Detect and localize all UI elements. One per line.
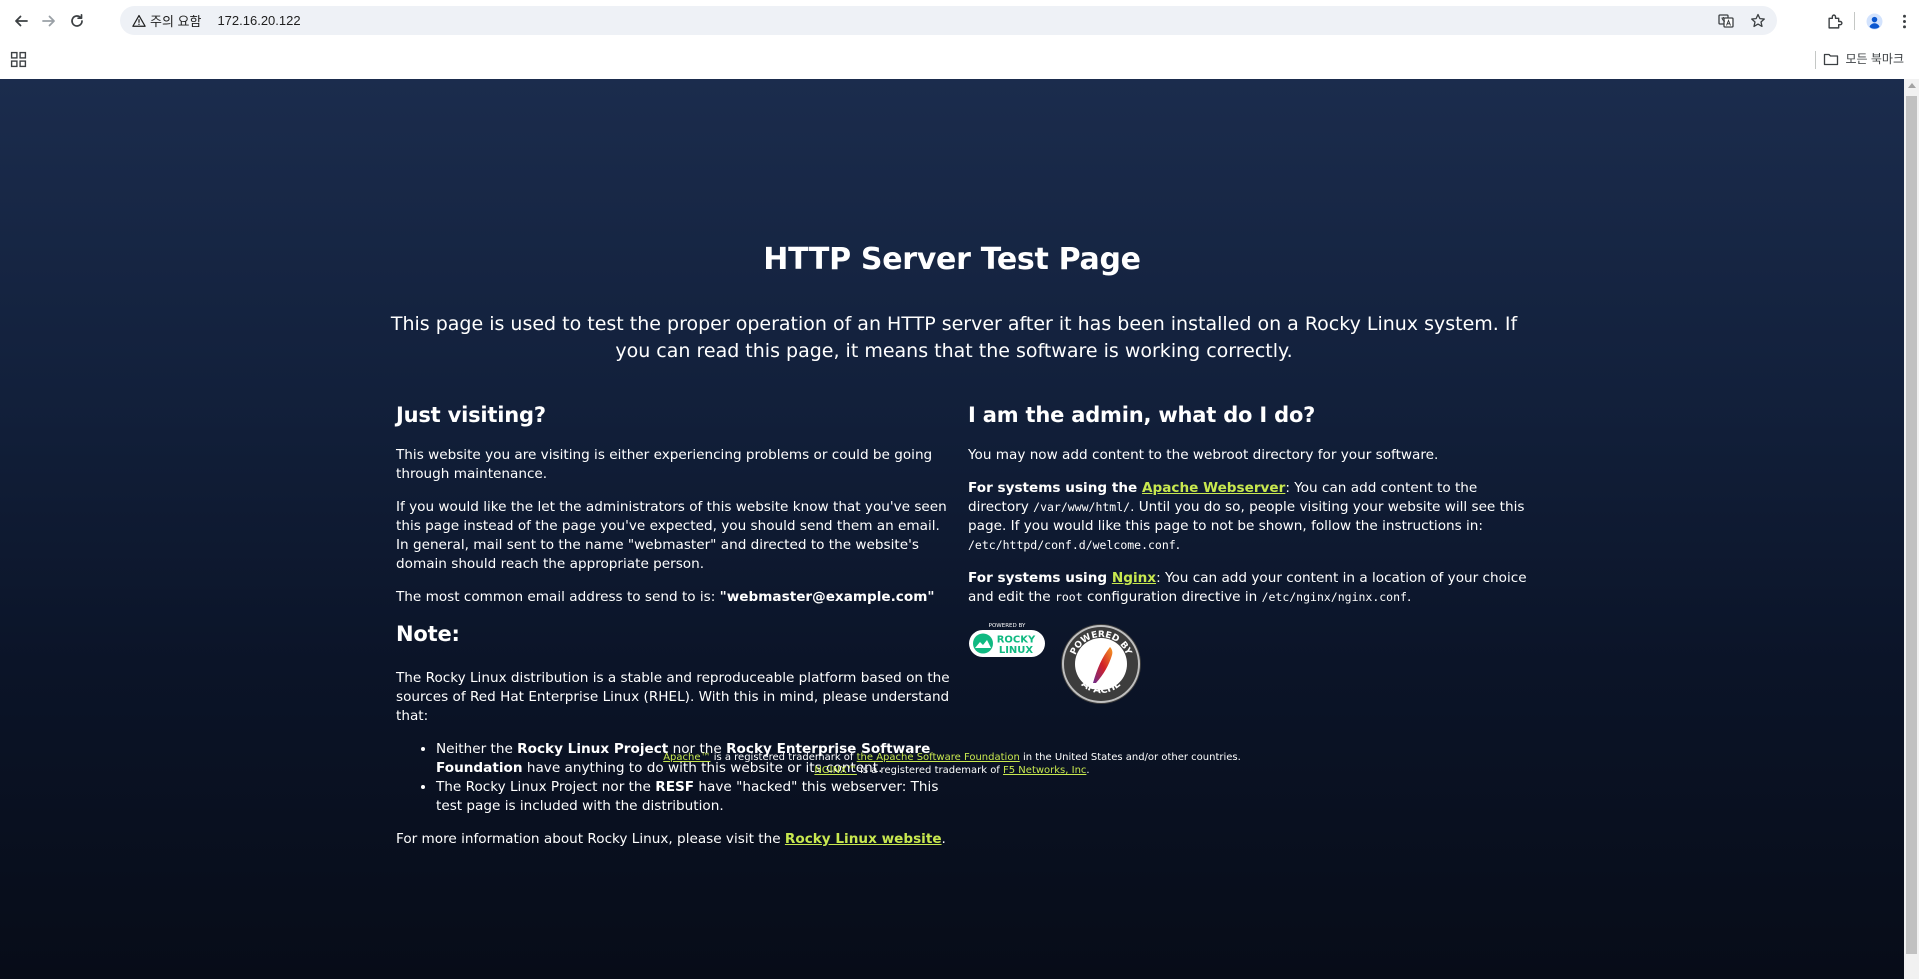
svg-text:LINUX: LINUX <box>999 645 1034 656</box>
nginx-conf-path: /etc/nginx/nginx.conf <box>1261 590 1407 604</box>
visiting-paragraph-2: If you would like the let the administra… <box>396 499 947 572</box>
vertical-scrollbar[interactable] <box>1904 79 1919 979</box>
toolbar-separator <box>1854 12 1855 30</box>
scrollbar-thumb[interactable] <box>1906 96 1917 954</box>
rocky-linux-logo[interactable]: POWERED BY ROCKY LINUX <box>968 621 1046 661</box>
page-lead: This page is used to test the proper ope… <box>390 313 1518 362</box>
page-viewport: HTTP Server Test Page This page is used … <box>0 79 1904 979</box>
back-arrow-icon <box>15 15 28 27</box>
svg-text:ROCKY: ROCKY <box>997 635 1036 646</box>
svg-text:POWERED BY: POWERED BY <box>989 623 1026 629</box>
folder-icon <box>1824 53 1839 65</box>
nginx-trademark-link[interactable]: NGINX™ <box>814 765 857 776</box>
translate-icon <box>1718 14 1734 28</box>
translate-button[interactable] <box>1715 10 1737 32</box>
visiting-paragraph-1: This website you are visiting is either … <box>396 447 933 482</box>
root-directive: root <box>1054 590 1083 604</box>
security-chip[interactable]: 주의 요함 <box>129 10 207 31</box>
admin-paragraph-1: You may now add content to the webroot d… <box>968 447 1439 463</box>
apache-foundation-link[interactable]: the Apache Software Foundation <box>857 752 1020 763</box>
star-icon <box>1751 13 1765 28</box>
page-footer: Apache™ is a registered trademark of the… <box>0 751 1904 777</box>
browser-toolbar: 주의 요함 172.16.20.122 <box>0 0 1919 41</box>
address-bar[interactable]: 주의 요함 172.16.20.122 <box>120 6 1777 35</box>
puzzle-icon <box>1827 14 1842 29</box>
webroot-path: /var/www/html/ <box>1033 500 1131 514</box>
footer-line-apache: Apache™ is a registered trademark of the… <box>663 752 1241 763</box>
webmaster-email: "webmaster@example.com" <box>719 589 935 605</box>
footer-line-nginx: NGINX™ is a registered trademark of F5 N… <box>814 765 1090 776</box>
bookmark-star-button[interactable] <box>1747 10 1769 32</box>
page-title: HTTP Server Test Page <box>763 242 1141 277</box>
bookmarks-bar: 모든 북마크 <box>0 41 1919 79</box>
warning-triangle-icon <box>132 14 146 27</box>
avatar-icon <box>1866 13 1882 29</box>
scroll-up-arrow-icon[interactable] <box>1908 83 1916 88</box>
powered-by-logos: POWERED BY ROCKY LINUX POWERED BY APACHE <box>968 621 1528 711</box>
apache-trademark-link[interactable]: Apache™ <box>663 752 710 763</box>
f5-networks-link[interactable]: F5 Networks, Inc <box>1003 765 1086 776</box>
just-visiting-heading: Just visiting? <box>396 403 546 427</box>
all-bookmarks-label: 모든 북마크 <box>1845 52 1904 66</box>
admin-column: I am the admin, what do I do? You may no… <box>968 402 1528 711</box>
profile-button[interactable] <box>1859 8 1889 34</box>
url-text[interactable]: 172.16.20.122 <box>217 13 300 28</box>
all-bookmarks-button[interactable]: 모든 북마크 <box>1823 50 1904 67</box>
list-item: The Rocky Linux Project nor the RESF hav… <box>436 778 956 816</box>
forward-button[interactable] <box>36 8 62 34</box>
admin-heading: I am the admin, what do I do? <box>968 403 1316 427</box>
more-vert-icon <box>1902 14 1906 28</box>
nginx-link[interactable]: Nginx <box>1112 570 1156 586</box>
forward-arrow-icon <box>42 15 55 27</box>
more-info-paragraph: For more information about Rocky Linux, … <box>396 831 946 847</box>
reload-button[interactable] <box>64 8 90 34</box>
note-heading: Note: <box>396 622 460 646</box>
apps-grid-icon[interactable] <box>10 51 27 68</box>
welcome-conf-path: /etc/httpd/conf.d/welcome.conf <box>968 538 1176 552</box>
apache-paragraph: For systems using the Apache Webserver: … <box>968 480 1525 553</box>
nginx-paragraph: For systems using Nginx: You can add you… <box>968 570 1527 605</box>
apache-logo[interactable]: POWERED BY APACHE <box>1060 623 1142 705</box>
note-paragraph: The Rocky Linux distribution is a stable… <box>396 670 950 724</box>
just-visiting-column: Just visiting? This website you are visi… <box>396 402 956 863</box>
email-paragraph: The most common email address to send to… <box>396 588 956 607</box>
apache-webserver-link[interactable]: Apache Webserver <box>1142 480 1285 496</box>
back-button[interactable] <box>8 8 34 34</box>
reload-icon <box>71 13 83 27</box>
menu-button[interactable] <box>1889 8 1919 34</box>
extensions-button[interactable] <box>1820 8 1850 34</box>
bookmarks-separator <box>1815 51 1816 69</box>
rocky-linux-website-link[interactable]: Rocky Linux website <box>785 831 942 847</box>
security-label: 주의 요함 <box>150 14 202 29</box>
email-prefix: The most common email address to send to… <box>396 589 720 605</box>
